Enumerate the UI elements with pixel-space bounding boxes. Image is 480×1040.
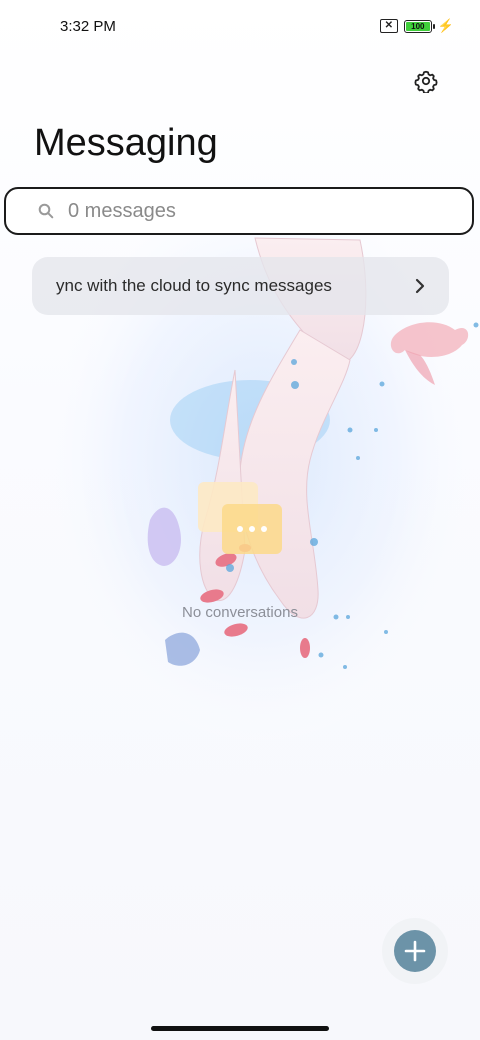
bolt-icon: ⚡ — [437, 18, 454, 33]
plus-icon — [404, 940, 426, 962]
cloud-sync-banner[interactable]: ync with the cloud to sync messages — [32, 257, 449, 315]
sim-error-icon: ✕ — [379, 19, 398, 33]
fab-circle — [394, 930, 436, 972]
battery-icon: 100 — [403, 19, 435, 33]
status-icons: ✕ 100 ⚡ — [379, 18, 454, 34]
chat-bubbles-icon — [198, 482, 282, 554]
messaging-screen: 3:32 PM ✕ 100 ⚡ Messaging ync with the c… — [0, 0, 480, 1040]
chevron-right-icon — [413, 277, 427, 295]
search-input[interactable] — [66, 198, 450, 224]
empty-state-text: No conversations — [182, 604, 298, 621]
search-icon — [36, 201, 56, 221]
battery-level: 100 — [405, 21, 430, 31]
new-message-button[interactable] — [382, 918, 448, 984]
gear-icon — [414, 70, 438, 93]
status-bar: 3:32 PM ✕ 100 ⚡ — [0, 0, 480, 56]
search-bar[interactable] — [4, 187, 474, 235]
sync-banner-text: ync with the cloud to sync messages — [56, 276, 332, 295]
status-time: 3:32 PM — [60, 18, 116, 35]
home-indicator[interactable] — [151, 1026, 329, 1031]
settings-button[interactable] — [411, 66, 441, 96]
page-title: Messaging — [34, 122, 218, 164]
